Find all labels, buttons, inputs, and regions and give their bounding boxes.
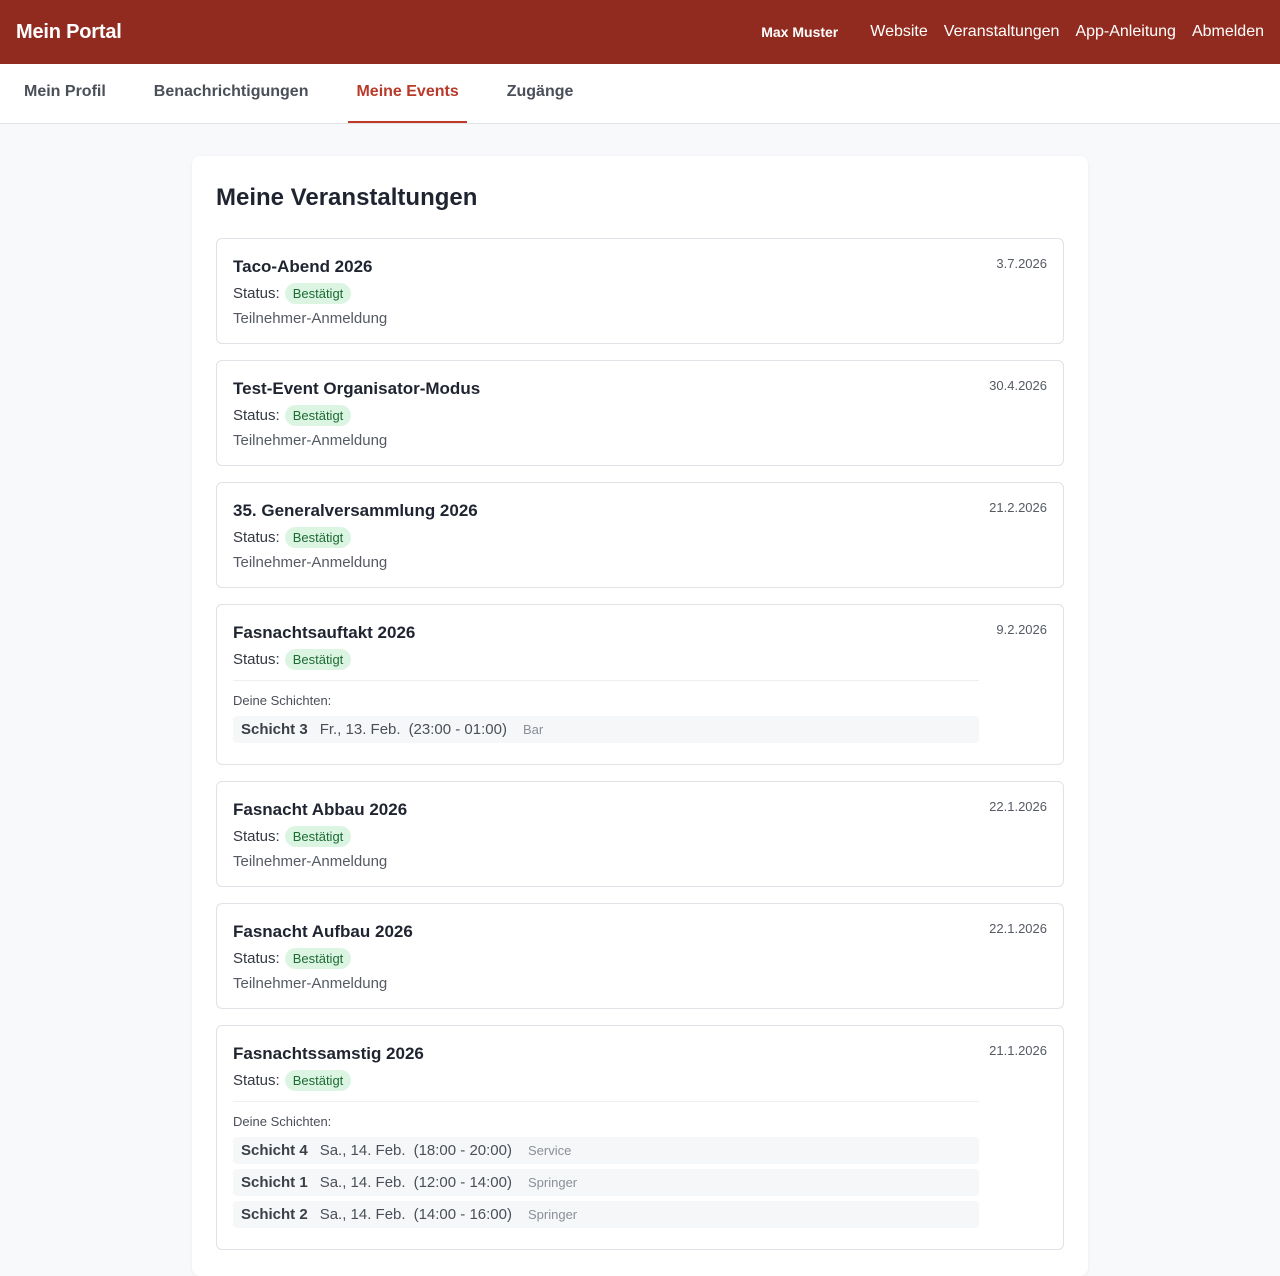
shift-day: Fr., 13. Feb.: [319, 721, 401, 738]
shift-time: (12:00 - 14:00): [413, 1174, 512, 1191]
events-card: Meine Veranstaltungen 3.7.2026 Taco-Abend…: [192, 156, 1088, 1276]
event-card[interactable]: 3.7.2026 Taco-Abend 2026 Status: Bestätigt T…: [216, 238, 1064, 344]
status-badge: Bestätigt: [284, 948, 352, 969]
status-badge: Bestätigt: [284, 405, 352, 426]
top-bar: Mein Portal Max Muster Website Veranstal…: [0, 0, 1280, 64]
event-status-row: Status: Bestätigt: [233, 649, 1047, 670]
event-card[interactable]: 30.4.2026 Test-Event Organisator-Modus Sta…: [216, 360, 1064, 466]
shifts-label: Deine Schichten:: [233, 693, 332, 708]
event-status-row: Status: Bestätigt: [233, 1070, 1047, 1091]
event-date: 30.4.2026: [989, 378, 1047, 393]
shifts-label: Deine Schichten:: [233, 1114, 332, 1129]
event-title[interactable]: 35. Generalversammlung 2026: [233, 501, 1047, 521]
event-status-row: Status: Bestätigt: [233, 283, 1047, 304]
registration-type: Teilnehmer-Anmeldung: [233, 975, 388, 992]
event-title[interactable]: Test-Event Organisator-Modus: [233, 379, 1047, 399]
event-title[interactable]: Fasnacht Aufbau 2026: [233, 922, 1047, 942]
shift-day: Sa., 14. Feb.: [319, 1174, 406, 1191]
event-status-row: Status: Bestätigt: [233, 948, 1047, 969]
event-card[interactable]: 22.1.2026 Fasnacht Abbau 2026 Status: Bestä…: [216, 781, 1064, 887]
event-status-row: Status: Bestätigt: [233, 527, 1047, 548]
tab-bar: Mein Profil Benachrichtigungen Meine Eve…: [0, 64, 1280, 124]
status-badge: Bestätigt: [284, 527, 352, 548]
shift-day: Sa., 14. Feb.: [319, 1206, 406, 1223]
status-label: Status:: [233, 1072, 280, 1089]
event-card[interactable]: 9.2.2026 Fasnachtsauftakt 2026 Status: Best…: [216, 604, 1064, 765]
nav-link-website[interactable]: Website: [870, 23, 928, 41]
event-status-row: Status: Bestätigt: [233, 405, 1047, 426]
shift-day: Sa., 14. Feb.: [319, 1142, 406, 1159]
shift-name: Schicht 3: [241, 721, 308, 738]
shift-item[interactable]: Schicht 1 Sa., 14. Feb. (12:00 - 14:00) Spr…: [233, 1169, 979, 1196]
status-label: Status:: [233, 529, 280, 546]
event-date: 9.2.2026: [996, 622, 1047, 637]
event-title[interactable]: Fasnachtsauftakt 2026: [233, 623, 1047, 643]
shift-item[interactable]: Schicht 3 Fr., 13. Feb. (23:00 - 01:00) Bar: [233, 716, 979, 743]
event-title[interactable]: Taco-Abend 2026: [233, 257, 1047, 277]
event-date: 22.1.2026: [989, 921, 1047, 936]
registration-type: Teilnehmer-Anmeldung: [233, 554, 388, 571]
event-card[interactable]: 21.1.2026 Fasnachtssamstig 2026 Status: Bes…: [216, 1025, 1064, 1250]
status-label: Status:: [233, 285, 280, 302]
status-badge: Bestätigt: [284, 826, 352, 847]
shift-item[interactable]: Schicht 4 Sa., 14. Feb. (18:00 - 20:00) Ser…: [233, 1137, 979, 1164]
shift-name: Schicht 1: [241, 1174, 308, 1191]
page-title: Meine Veranstaltungen: [216, 184, 478, 211]
status-badge: Bestätigt: [284, 283, 352, 304]
event-status-row: Status: Bestätigt: [233, 826, 1047, 847]
status-label: Status:: [233, 651, 280, 668]
event-date: 22.1.2026: [989, 799, 1047, 814]
shift-name: Schicht 2: [241, 1206, 308, 1223]
shift-name: Schicht 4: [241, 1142, 308, 1159]
event-date: 21.2.2026: [989, 500, 1047, 515]
tab-meine-events[interactable]: Meine Events: [348, 83, 467, 123]
event-card[interactable]: 21.2.2026 35. Generalversammlung 2026 Stat…: [216, 482, 1064, 588]
registration-type: Teilnehmer-Anmeldung: [233, 432, 388, 449]
tab-mein-profil[interactable]: Mein Profil: [16, 83, 114, 123]
status-label: Status:: [233, 407, 280, 424]
event-card[interactable]: 22.1.2026 Fasnacht Aufbau 2026 Status: Best…: [216, 903, 1064, 1009]
tab-zugaenge[interactable]: Zugänge: [499, 83, 582, 123]
user-name: Max Muster: [761, 24, 839, 40]
nav-link-veranstaltungen[interactable]: Veranstaltungen: [944, 23, 1060, 41]
event-date: 21.1.2026: [989, 1043, 1047, 1058]
shift-role: Springer: [527, 1207, 578, 1222]
shift-list: Deine Schichten: Schicht 4 Sa., 14. Feb. (1…: [233, 1101, 979, 1228]
shift-role: Service: [527, 1143, 572, 1158]
nav-link-app-anleitung[interactable]: App-Anleitung: [1075, 23, 1176, 41]
tab-benachrichtigungen[interactable]: Benachrichtigungen: [146, 83, 317, 123]
event-title[interactable]: Fasnachtssamstig 2026: [233, 1044, 1047, 1064]
brand-logo[interactable]: Mein Portal: [16, 21, 122, 44]
event-list: 3.7.2026 Taco-Abend 2026 Status: Bestätigt T…: [216, 238, 1064, 1250]
shift-item[interactable]: Schicht 2 Sa., 14. Feb. (14:00 - 16:00) Spr…: [233, 1201, 979, 1228]
registration-type: Teilnehmer-Anmeldung: [233, 853, 388, 870]
shift-time: (18:00 - 20:00): [413, 1142, 512, 1159]
event-date: 3.7.2026: [996, 256, 1047, 271]
top-nav: Max Muster Website Veranstaltungen App-A…: [761, 23, 1264, 41]
shift-time: (23:00 - 01:00): [408, 721, 507, 738]
status-label: Status:: [233, 950, 280, 967]
status-badge: Bestätigt: [284, 649, 352, 670]
event-title[interactable]: Fasnacht Abbau 2026: [233, 800, 1047, 820]
shift-time: (14:00 - 16:00): [413, 1206, 512, 1223]
registration-type: Teilnehmer-Anmeldung: [233, 310, 388, 327]
shift-role: Bar: [522, 722, 544, 737]
status-label: Status:: [233, 828, 280, 845]
status-badge: Bestätigt: [284, 1070, 352, 1091]
nav-link-abmelden[interactable]: Abmelden: [1192, 23, 1264, 41]
shift-list: Deine Schichten: Schicht 3 Fr., 13. Feb. (2…: [233, 680, 979, 743]
shift-role: Springer: [527, 1175, 578, 1190]
